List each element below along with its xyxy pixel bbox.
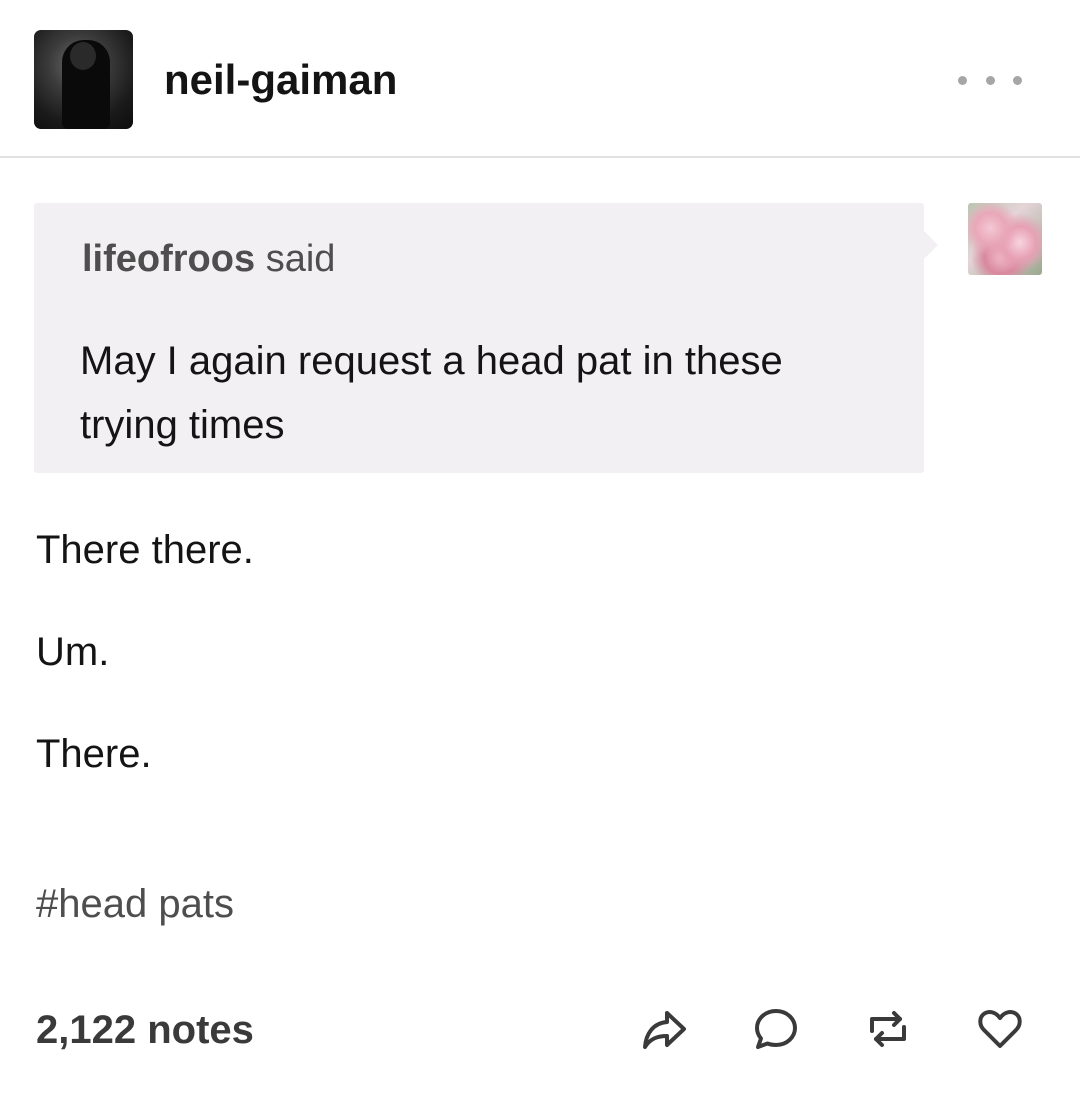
- ask-box: lifeofroos said May I again request a he…: [34, 203, 938, 473]
- reblog-button[interactable]: [864, 1005, 912, 1053]
- reply-button[interactable]: [752, 1005, 800, 1053]
- answer-paragraph: There.: [36, 732, 152, 776]
- share-icon: [643, 1011, 686, 1049]
- blog-avatar[interactable]: [34, 30, 133, 129]
- blog-name-link[interactable]: neil-gaiman: [164, 56, 397, 104]
- more-options-button[interactable]: [958, 64, 1022, 96]
- ellipsis-icon: [1013, 75, 1022, 85]
- post-tag[interactable]: #head pats: [36, 880, 234, 928]
- asker-line: lifeofroos said: [82, 237, 335, 281]
- ask-question: May I again request a head pat in these …: [80, 339, 783, 447]
- answer-paragraph: Um.: [36, 630, 110, 674]
- heart-icon: [978, 1010, 1022, 1048]
- ellipsis-icon: [985, 75, 995, 85]
- said-label: said: [265, 238, 336, 280]
- asker-avatar[interactable]: [968, 203, 1042, 275]
- answer-paragraph: There there.: [36, 528, 254, 572]
- reply-icon: [755, 1009, 797, 1049]
- notes-count[interactable]: 2,122 notes: [36, 1006, 254, 1054]
- asker-name-link[interactable]: lifeofroos: [82, 238, 255, 280]
- like-button[interactable]: [976, 1005, 1024, 1053]
- ellipsis-icon: [958, 75, 967, 85]
- post-header: neil-gaiman: [0, 0, 1080, 158]
- avatar-head: [70, 42, 96, 70]
- reblog-icon: [870, 1011, 906, 1047]
- share-button[interactable]: [640, 1005, 688, 1053]
